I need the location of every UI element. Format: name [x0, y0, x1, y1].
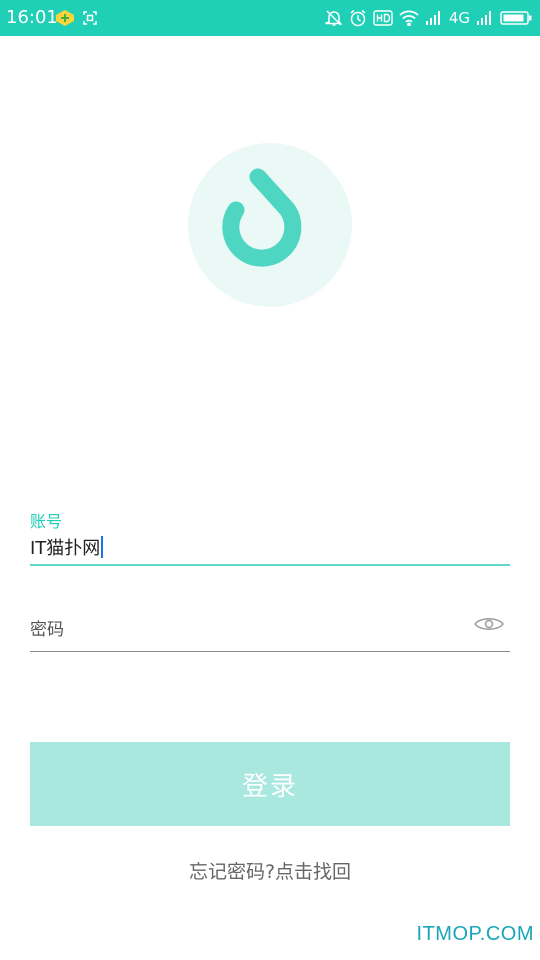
- account-field[interactable]: 账号 IT猫扑网: [30, 504, 510, 566]
- forgot-password-prefix[interactable]: 忘记密码?: [189, 861, 275, 883]
- watermark: ITMOP.COM: [416, 923, 534, 945]
- signal-icon: [425, 11, 440, 25]
- app-badge-icon: [56, 10, 74, 26]
- account-label: 账号: [30, 512, 63, 531]
- password-field[interactable]: [30, 604, 510, 652]
- mute-bell-icon: [325, 10, 343, 26]
- battery-icon: [500, 11, 532, 25]
- network-type: 4G: [448, 9, 470, 27]
- status-time: 16:01: [6, 7, 58, 28]
- scan-icon: [83, 11, 97, 25]
- wifi-icon: [399, 10, 419, 26]
- account-input-value: IT猫扑网: [30, 538, 101, 559]
- alarm-icon: [350, 9, 366, 27]
- account-underline: [30, 564, 510, 566]
- signal-icon: [477, 11, 491, 25]
- password-input[interactable]: [30, 616, 460, 644]
- forgot-password-row: 忘记密码?点击找回: [0, 857, 540, 884]
- account-input[interactable]: IT猫扑网: [30, 534, 104, 560]
- text-caret: [101, 536, 104, 558]
- hd-icon: [373, 10, 393, 26]
- login-button[interactable]: 登录: [30, 742, 510, 826]
- app-logo: [188, 143, 352, 307]
- eye-icon[interactable]: [474, 614, 504, 634]
- password-underline: [30, 651, 510, 652]
- status-bar: 16:01 4G: [0, 0, 540, 36]
- forgot-password-link[interactable]: 点击找回: [275, 861, 351, 883]
- drop-logo-icon: [222, 168, 302, 267]
- status-icons: 4G: [325, 8, 532, 28]
